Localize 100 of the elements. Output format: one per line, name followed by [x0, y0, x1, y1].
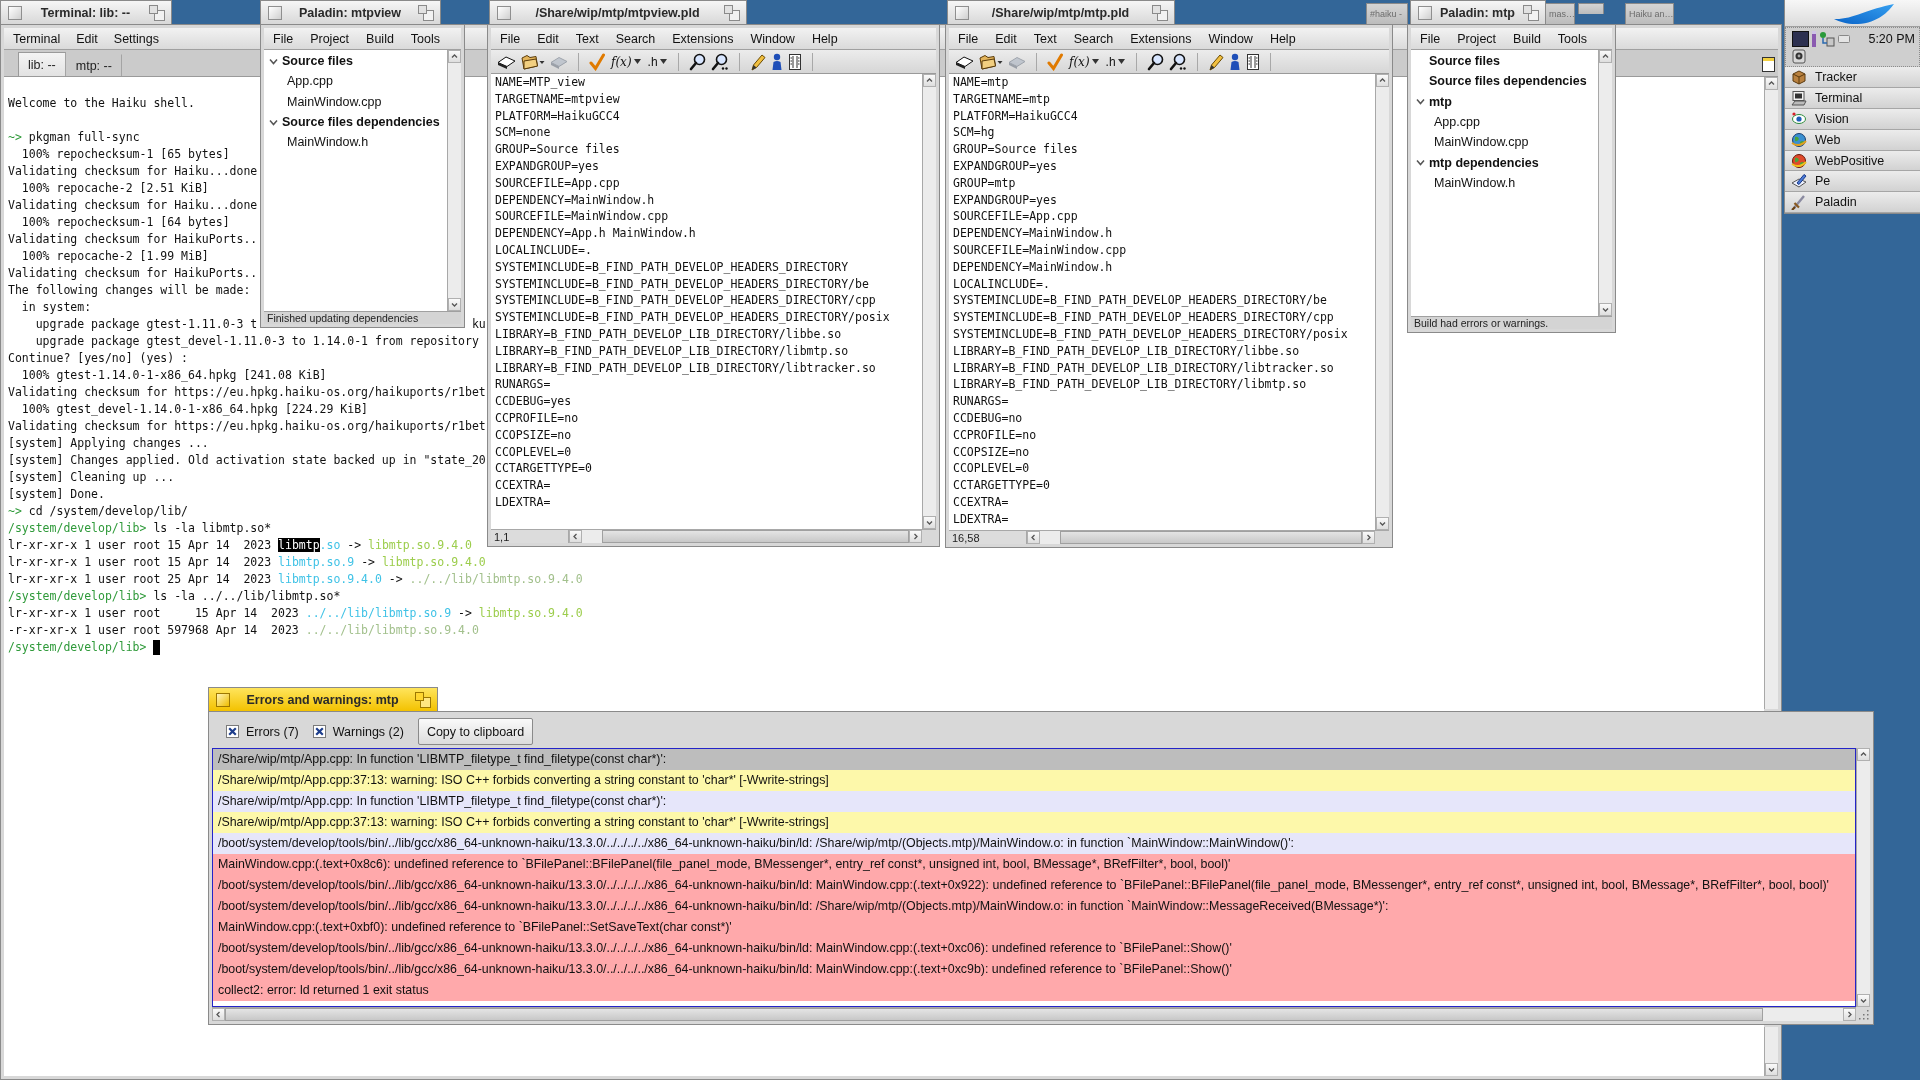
tree-item[interactable]: App.cpp [1434, 115, 1480, 130]
close-button[interactable] [268, 5, 282, 20]
zoom-button[interactable] [1523, 4, 1539, 21]
message-row[interactable]: /boot/system/develop/tools/bin/../lib/gcc/x86_64-unknown-haiku/13.3.0/../../../../x86_64-unknown-haiku/bin/ld: MainWindow.cpp:(.text+0x922): undefined reference to `BFilePanel::BFilePanel(file_panel_mode, BMessenger*, entry_ref const*, unsigned int, bool, BMessage*, BRefFilter*, bool, bool)' [213, 875, 1855, 896]
message-row[interactable]: /Share/wip/mtp/App.cpp:37:13: warning: ISO C++ forbids converting a string constant to 'char*' [-Wwrite-strings] [213, 770, 1855, 791]
chevron-down-icon[interactable] [269, 56, 278, 66]
menu-item[interactable]: Search [1070, 29, 1117, 48]
folder-icon[interactable] [979, 52, 1003, 71]
horizontal-scrollbar[interactable] [569, 529, 922, 543]
menu-item[interactable]: Settings [110, 29, 162, 48]
rectangle-icon[interactable] [1838, 35, 1850, 43]
pencil-icon[interactable] [749, 52, 766, 71]
scroll-right-button[interactable] [1843, 1008, 1856, 1021]
zoom-button[interactable] [1152, 4, 1168, 21]
tree-item[interactable]: MainWindow.h [1434, 175, 1516, 190]
person-icon[interactable] [770, 52, 783, 71]
folder-icon[interactable] [521, 52, 545, 71]
scroll-up-button[interactable] [1376, 74, 1389, 87]
magnifier-dots-icon[interactable] [1168, 52, 1187, 71]
tree-item[interactable]: App.cpp [287, 74, 333, 89]
menu-item[interactable]: Tools [1554, 29, 1591, 48]
menu-item[interactable]: Build [363, 29, 397, 48]
person-icon[interactable] [1228, 52, 1241, 71]
menu-item[interactable]: File [955, 29, 982, 48]
columns-icon[interactable] [787, 52, 802, 71]
deskbar-item[interactable]: Terminal [1785, 87, 1920, 109]
deskbar-item[interactable]: Pe [1785, 171, 1920, 193]
checkbox-label[interactable]: Errors (7) [246, 724, 299, 739]
scroll-up-button[interactable] [448, 50, 461, 63]
zoom-button[interactable] [149, 4, 165, 21]
checkbox-label[interactable]: Warnings (2) [332, 724, 404, 739]
scroll-up-button[interactable] [1857, 748, 1870, 761]
zoom-button[interactable] [418, 4, 434, 21]
message-row[interactable]: /Share/wip/mtp/App.cpp:37:13: warning: ISO C++ forbids converting a string constant to 'char*' [-Wwrite-strings] [213, 812, 1855, 833]
network-icon[interactable] [1819, 31, 1835, 47]
scrollbar-thumb[interactable] [602, 530, 909, 543]
vertical-scrollbar[interactable] [1764, 77, 1778, 709]
horizontal-scrollbar[interactable] [1027, 530, 1375, 544]
close-button[interactable] [8, 5, 22, 20]
deskbar-item[interactable]: Web [1785, 129, 1920, 151]
menu-item[interactable]: Tools [407, 29, 444, 48]
message-row[interactable]: /Share/wip/mtp/App.cpp: In function 'LIBMTP_filetype_t find_filetype(const char*)': [213, 791, 1855, 812]
zoom-button[interactable] [724, 4, 740, 21]
menu-item[interactable]: Extensions [1127, 29, 1195, 48]
scroll-right-button[interactable] [1362, 531, 1375, 544]
tree-group[interactable]: Source files dependencies [282, 115, 440, 130]
function-menu-button[interactable]: f(x) [610, 51, 642, 72]
scroll-down-button[interactable] [923, 516, 936, 529]
menu-item[interactable]: Project [307, 29, 353, 48]
meter-icon[interactable] [1812, 31, 1816, 47]
scroll-left-button[interactable] [1027, 531, 1040, 544]
menu-item[interactable]: Text [1030, 29, 1060, 48]
scroll-left-button[interactable] [212, 1008, 225, 1021]
scroll-left-button[interactable] [569, 530, 582, 543]
scroll-up-button[interactable] [1599, 50, 1612, 63]
header-menu-button[interactable]: .h [1104, 51, 1126, 72]
deskbar-item[interactable]: Vision [1785, 108, 1920, 130]
checkbox[interactable] [226, 725, 239, 738]
message-row[interactable]: MainWindow.cpp:(.text+0x8c6): undefined reference to `BFilePanel::BFilePanel(file_panel_mode, BMessenger*, entry_ref const*, unsigned int, bool, BMessage*, BRefFilter*, bool, bool)' [213, 854, 1855, 875]
menu-item[interactable]: Edit [534, 29, 562, 48]
menu-item[interactable]: Help [808, 29, 841, 48]
chevron-down-icon[interactable] [1416, 97, 1425, 107]
deskbar-menu-button[interactable] [1785, 0, 1920, 27]
vertical-scrollbar[interactable] [922, 74, 936, 529]
menu-item[interactable]: Window [747, 29, 798, 48]
vertical-scrollbar[interactable] [1856, 748, 1870, 1007]
message-row[interactable]: collect2: error: ld returned 1 exit status [213, 980, 1855, 1001]
feather-logo[interactable] [1832, 3, 1895, 25]
deskbar-item[interactable]: Paladin [1785, 192, 1920, 214]
scroll-right-button[interactable] [909, 530, 922, 543]
scroll-up-button[interactable] [923, 74, 936, 87]
terminal-tab[interactable]: lib: -- [18, 52, 66, 76]
copy-button[interactable]: Copy to clipboard [417, 718, 534, 745]
deskbar-item[interactable]: WebPositive [1785, 150, 1920, 172]
menu-item[interactable]: Help [1266, 29, 1299, 48]
tree-item[interactable]: MainWindow.h [287, 135, 369, 150]
scroll-down-button[interactable] [448, 298, 461, 311]
vertical-scrollbar[interactable] [1598, 50, 1612, 316]
tree-group[interactable]: Source files [282, 54, 353, 69]
tree-item[interactable]: MainWindow.cpp [1434, 135, 1529, 150]
tree-group[interactable]: Source files dependencies [1429, 74, 1587, 89]
close-button[interactable] [216, 692, 230, 707]
menu-item[interactable]: Build [1510, 29, 1544, 48]
close-button[interactable] [1418, 5, 1432, 20]
menu-item[interactable]: Project [1454, 29, 1500, 48]
clock[interactable]: 5:20 PM [1868, 32, 1915, 46]
zoom-button[interactable] [415, 691, 431, 708]
menu-item[interactable]: Terminal [10, 29, 64, 48]
resize-grip-icon[interactable] [1856, 1007, 1870, 1021]
menu-item[interactable]: Window [1205, 29, 1256, 48]
message-row[interactable]: /boot/system/develop/tools/bin/../lib/gcc/x86_64-unknown-haiku/13.3.0/../../../../x86_64-unknown-haiku/bin/ld: MainWindow.cpp:(.text+0xc06): undefined reference to `BFilePanel::Show()' [213, 938, 1855, 959]
message-row[interactable]: /boot/system/develop/tools/bin/../lib/gcc/x86_64-unknown-haiku/13.3.0/../../../../x86_64-unknown-haiku/bin/ld: /Share/wip/mtp/(Objects.mtp)/MainWindow.o: in function `MainWindow::MessageReceived(BMessage*)': [213, 896, 1855, 917]
scroll-down-button[interactable] [1376, 517, 1389, 530]
checkbox[interactable] [312, 725, 326, 738]
menu-item[interactable]: File [1417, 29, 1444, 48]
message-row[interactable]: /boot/system/develop/tools/bin/../lib/gcc/x86_64-unknown-haiku/13.3.0/../../../../x86_64-unknown-haiku/bin/ld: /Share/wip/mtp/(Objects.mtp)/MainWindow.o: in function `MainWindow::MainWindow()': [213, 833, 1855, 854]
magnifier-icon[interactable] [688, 52, 706, 71]
drive-icon[interactable] [1792, 48, 1806, 64]
magnifier-dots-icon[interactable] [710, 52, 729, 71]
menu-item[interactable]: Extensions [669, 29, 737, 48]
